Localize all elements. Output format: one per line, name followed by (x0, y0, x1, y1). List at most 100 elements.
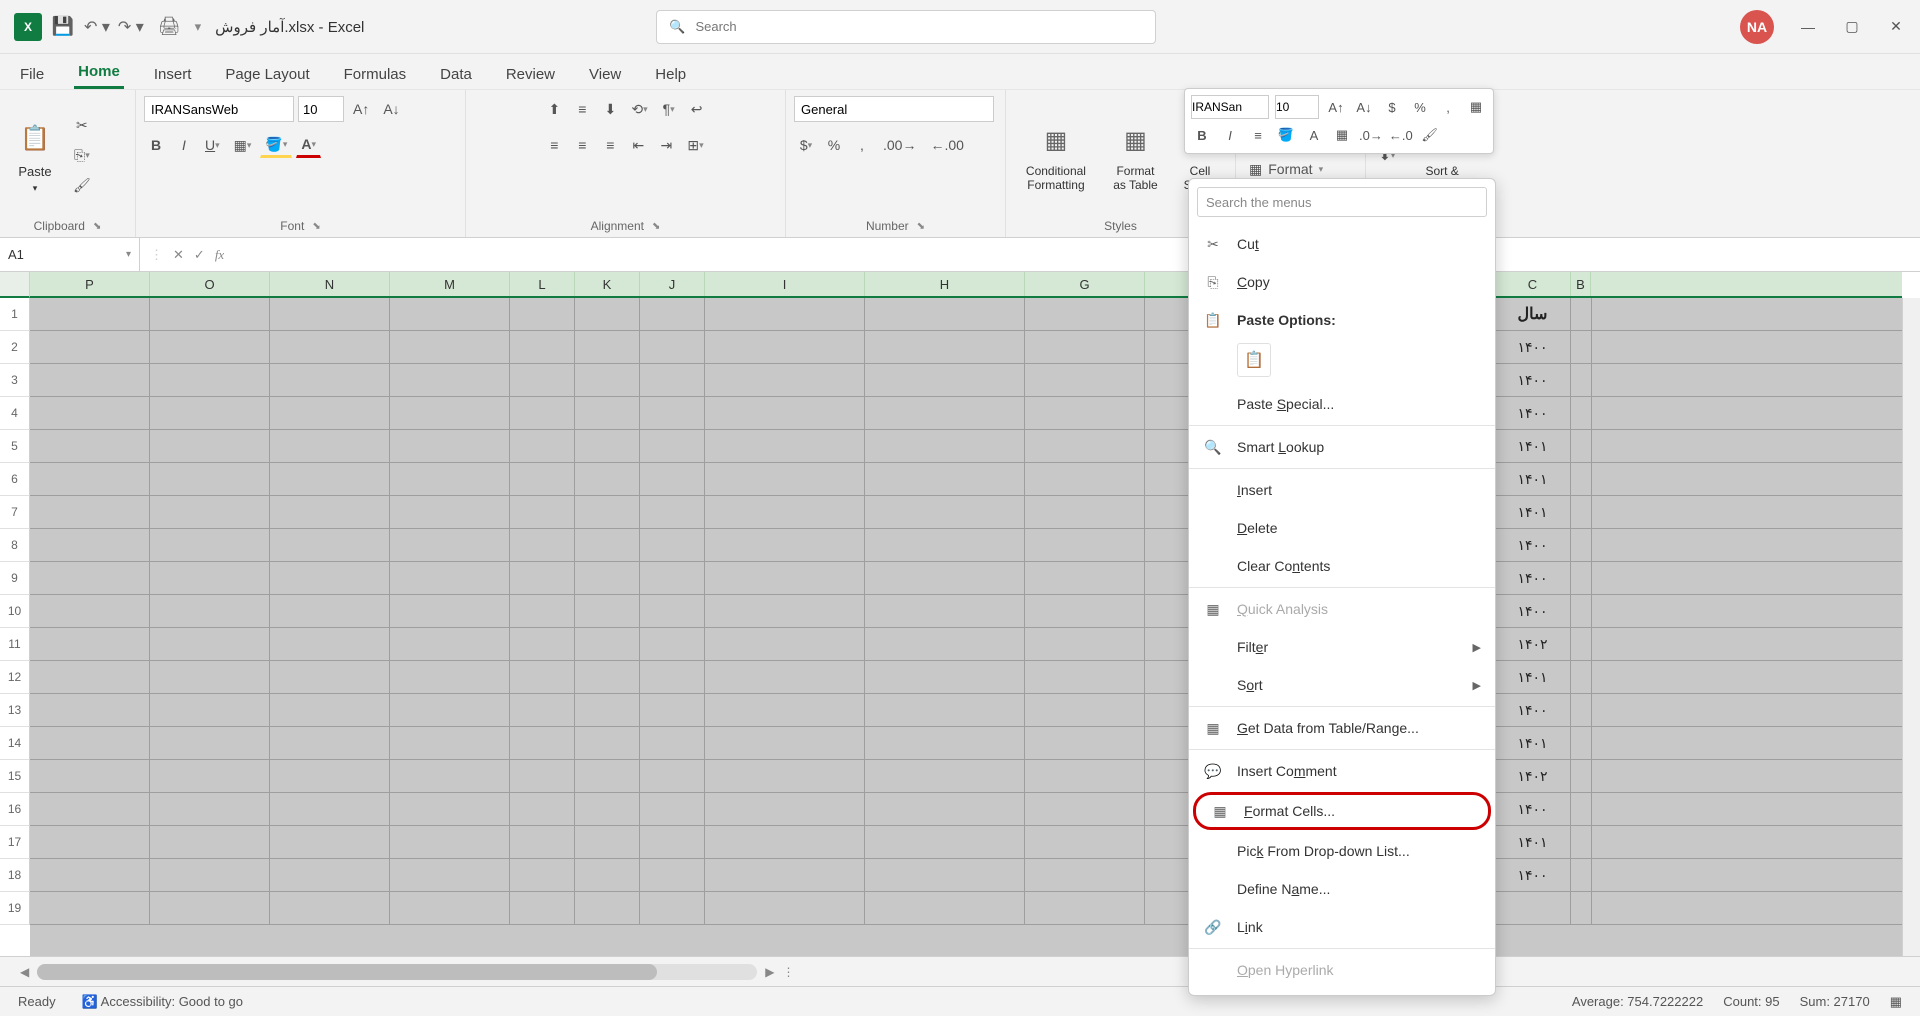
cell-M1[interactable] (390, 298, 510, 330)
cell-N1[interactable] (270, 298, 390, 330)
cell-M17[interactable] (390, 826, 510, 858)
mini-decrease-font-icon[interactable]: A↓ (1353, 95, 1375, 119)
bold-button[interactable]: B (144, 132, 168, 158)
row-header-2[interactable]: 2 (0, 331, 30, 364)
row-header-11[interactable]: 11 (0, 628, 30, 661)
cell-O2[interactable] (150, 331, 270, 363)
cell-P4[interactable] (30, 397, 150, 429)
tab-file[interactable]: File (16, 60, 48, 89)
mini-table-icon[interactable]: ▦ (1465, 95, 1487, 119)
percent-format-button[interactable]: % (822, 132, 846, 158)
column-header-H[interactable]: H (865, 272, 1025, 296)
cell-I19[interactable] (705, 892, 865, 924)
cell-K13[interactable] (575, 694, 640, 726)
cell-M14[interactable] (390, 727, 510, 759)
cell-C1[interactable]: سال (1495, 298, 1571, 330)
mini-currency-icon[interactable]: $ (1381, 95, 1403, 119)
increase-indent-button[interactable]: ⇥ (654, 132, 678, 158)
cell-B11[interactable] (1571, 628, 1592, 660)
cell-H5[interactable] (865, 430, 1025, 462)
cell-M10[interactable] (390, 595, 510, 627)
cell-O16[interactable] (150, 793, 270, 825)
cell-H1[interactable] (865, 298, 1025, 330)
cell-N6[interactable] (270, 463, 390, 495)
context-search-input[interactable]: Search the menus (1197, 187, 1487, 217)
cell-I6[interactable] (705, 463, 865, 495)
cell-C3[interactable]: ۱۴۰۰ (1495, 364, 1571, 396)
sheet-options-icon[interactable]: ⋮ (782, 965, 794, 979)
alignment-dialog-launcher[interactable]: ⬊ (652, 221, 660, 232)
cell-N7[interactable] (270, 496, 390, 528)
cells-area[interactable]: تعداد فروشفصلسال۱۲۰زمستان۱۴۰۰۶۵زمستان۱۴۰… (30, 298, 1902, 956)
cell-L11[interactable] (510, 628, 575, 660)
cell-K12[interactable] (575, 661, 640, 693)
font-color-button[interactable]: A (296, 132, 321, 158)
context-format-cells[interactable]: ▦Format Cells... (1193, 792, 1491, 830)
select-all-corner[interactable] (0, 272, 30, 298)
context-get-data[interactable]: ▦Get Data from Table/Range... (1189, 709, 1495, 747)
cell-H8[interactable] (865, 529, 1025, 561)
cell-C14[interactable]: ۱۴۰۱ (1495, 727, 1571, 759)
cell-J15[interactable] (640, 760, 705, 792)
cell-I17[interactable] (705, 826, 865, 858)
user-avatar[interactable]: NA (1740, 10, 1774, 44)
cell-J13[interactable] (640, 694, 705, 726)
cell-G16[interactable] (1025, 793, 1145, 825)
row-header-3[interactable]: 3 (0, 364, 30, 397)
cell-P17[interactable] (30, 826, 150, 858)
column-header-I[interactable]: I (705, 272, 865, 296)
cell-B2[interactable] (1571, 331, 1592, 363)
name-box[interactable]: A1▾ (0, 238, 140, 271)
cell-G6[interactable] (1025, 463, 1145, 495)
cell-L5[interactable] (510, 430, 575, 462)
column-header-K[interactable]: K (575, 272, 640, 296)
cell-B19[interactable] (1571, 892, 1592, 924)
cell-B3[interactable] (1571, 364, 1592, 396)
tab-view[interactable]: View (585, 60, 625, 89)
fill-color-button[interactable]: 🪣 (260, 132, 292, 158)
borders-button[interactable]: ▦ (229, 132, 257, 158)
accounting-format-button[interactable]: $ (794, 132, 818, 158)
row-header-4[interactable]: 4 (0, 397, 30, 430)
cell-H16[interactable] (865, 793, 1025, 825)
cell-P3[interactable] (30, 364, 150, 396)
row-header-13[interactable]: 13 (0, 694, 30, 727)
cell-O12[interactable] (150, 661, 270, 693)
cell-H3[interactable] (865, 364, 1025, 396)
mini-fill-icon[interactable]: 🪣 (1275, 123, 1297, 147)
cell-N3[interactable] (270, 364, 390, 396)
cell-M11[interactable] (390, 628, 510, 660)
cell-O7[interactable] (150, 496, 270, 528)
cell-I4[interactable] (705, 397, 865, 429)
cell-I14[interactable] (705, 727, 865, 759)
context-define-name[interactable]: Define Name... (1189, 870, 1495, 908)
cell-J16[interactable] (640, 793, 705, 825)
context-link[interactable]: 🔗Link (1189, 908, 1495, 946)
cell-P7[interactable] (30, 496, 150, 528)
cell-G18[interactable] (1025, 859, 1145, 891)
cell-M5[interactable] (390, 430, 510, 462)
cell-G9[interactable] (1025, 562, 1145, 594)
mini-dec-decimal-icon[interactable]: ←.0 (1389, 123, 1413, 147)
tab-help[interactable]: Help (651, 60, 690, 89)
cell-G5[interactable] (1025, 430, 1145, 462)
cell-G4[interactable] (1025, 397, 1145, 429)
cell-I13[interactable] (705, 694, 865, 726)
cell-N14[interactable] (270, 727, 390, 759)
cell-M7[interactable] (390, 496, 510, 528)
column-header-M[interactable]: M (390, 272, 510, 296)
cell-N11[interactable] (270, 628, 390, 660)
cell-C12[interactable]: ۱۴۰۱ (1495, 661, 1571, 693)
cell-G11[interactable] (1025, 628, 1145, 660)
column-header-N[interactable]: N (270, 272, 390, 296)
cell-P12[interactable] (30, 661, 150, 693)
cell-H7[interactable] (865, 496, 1025, 528)
horizontal-scrollbar[interactable] (37, 964, 757, 980)
cell-C5[interactable]: ۱۴۰۱ (1495, 430, 1571, 462)
mini-increase-font-icon[interactable]: A↑ (1325, 95, 1347, 119)
cell-P8[interactable] (30, 529, 150, 561)
cell-C19[interactable] (1495, 892, 1571, 924)
cell-K19[interactable] (575, 892, 640, 924)
cell-O10[interactable] (150, 595, 270, 627)
mini-comma-icon[interactable]: , (1437, 95, 1459, 119)
